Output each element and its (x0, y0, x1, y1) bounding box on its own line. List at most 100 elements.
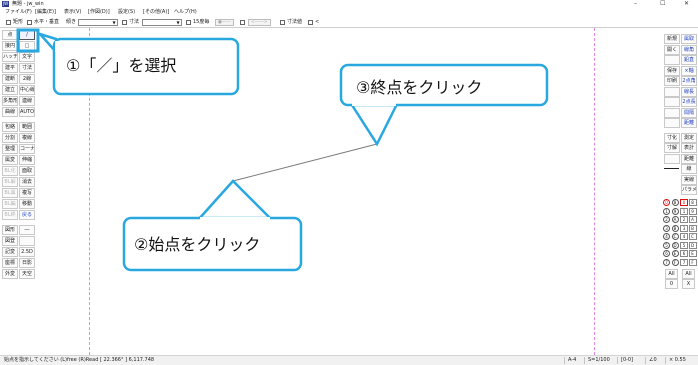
left-tool-5-1[interactable]: 中心線 (19, 85, 35, 95)
layer-0-0[interactable]: 0 (663, 199, 670, 206)
left-tool-21-1[interactable]: 天空 (19, 269, 35, 279)
right-tool-2-0[interactable] (664, 55, 680, 65)
right-tool-3-0[interactable]: 保存 (664, 65, 680, 76)
layer-group-4-2[interactable]: 4 (680, 233, 688, 240)
right-tool-3-1[interactable]: ×軸 (681, 65, 697, 76)
right-tool-7-0[interactable] (664, 107, 680, 118)
right-tool-4-1[interactable]: 2点角 (681, 76, 697, 86)
left-tool-0-0[interactable]: 点 (2, 30, 18, 40)
arrow-checkbox[interactable] (240, 20, 245, 25)
lt-checkbox[interactable] (308, 20, 313, 25)
left-tool-2-1[interactable]: 文字 (19, 52, 35, 62)
right-measure-1-0[interactable]: 寸解 (664, 143, 680, 153)
left-tool-6-1[interactable]: 連線 (19, 96, 35, 106)
left-tool-0-1[interactable]: / (19, 30, 35, 40)
all-layers-button[interactable]: All (665, 269, 678, 279)
left-tool-5-0[interactable]: 建立 (2, 85, 18, 95)
left-tool-15-0[interactable]: BL編 (2, 199, 18, 209)
left-tool-12-1[interactable]: 面取 (19, 166, 35, 176)
layer-indicator[interactable]: [0-0] (617, 357, 633, 364)
layer-5-1[interactable]: D (671, 241, 679, 249)
layer-6-0[interactable]: 6 (663, 250, 670, 257)
menu-edit[interactable]: [編集(E)] (35, 8, 56, 17)
slope-combo[interactable]: ▼ (78, 19, 118, 26)
layer-group-1-2[interactable]: 1 (680, 207, 688, 215)
layer-group-7-3[interactable]: F (688, 258, 697, 266)
layer-0-1[interactable]: 8 (671, 199, 679, 206)
left-tool-17-0[interactable]: 図形 (2, 225, 18, 235)
layer-4-0[interactable]: 4 (663, 233, 670, 240)
left-tool-4-0[interactable]: 建断 (2, 74, 18, 84)
line-color-button[interactable]: 線 (681, 164, 697, 174)
left-tool-15-1[interactable]: 移動 (19, 199, 35, 209)
right-tool-8-0[interactable] (664, 118, 680, 128)
layer-group-6-2[interactable]: 6 (680, 250, 688, 257)
layer-zero-button[interactable]: 0 (665, 279, 678, 289)
layer-group-1-3[interactable]: 9 (688, 207, 697, 215)
layer-2-1[interactable]: A (671, 216, 679, 223)
left-tool-14-0[interactable]: BL属 (2, 188, 18, 198)
menu-other[interactable]: [その他(A)] (143, 8, 169, 17)
left-tool-11-1[interactable]: 伸縮 (19, 155, 35, 165)
group-x-button[interactable]: X (682, 279, 695, 289)
right-tool-2-1[interactable]: 鉛直 (681, 55, 697, 65)
left-tool-14-1[interactable]: 複写 (19, 188, 35, 198)
arrow-dot-button[interactable]: ●―― (215, 19, 234, 26)
linetype-button[interactable]: 実線 (681, 174, 697, 185)
layer-7-0[interactable]: 7 (663, 258, 670, 266)
layer-1-0[interactable]: 1 (663, 207, 670, 215)
left-tool-6-0[interactable]: 多角形 (2, 96, 18, 106)
left-tool-4-1[interactable]: 2線 (19, 74, 35, 84)
layer-group-5-2[interactable]: 5 (680, 241, 688, 249)
left-tool-21-0[interactable]: 外変 (2, 269, 18, 279)
left-tool-18-1[interactable] (19, 236, 35, 246)
layer-group-7-2[interactable]: 7 (680, 258, 688, 266)
left-tool-9-1[interactable]: 複線 (19, 133, 35, 143)
right-tool-7-1[interactable]: 間隔 (681, 107, 697, 118)
menu-settings[interactable]: 設定(S) (118, 8, 135, 17)
right-tool-5-1[interactable]: 線長 (681, 86, 697, 97)
scale-indicator[interactable]: S=1/100 (584, 357, 610, 364)
right-tool-8-1[interactable]: 距離 (681, 118, 697, 128)
left-tool-17-1[interactable]: ― (19, 225, 35, 235)
minimize-icon[interactable]: – (634, 0, 637, 8)
zoom-indicator[interactable]: × 0.55 (665, 357, 686, 364)
right-measure-1-1[interactable]: 表計 (681, 143, 697, 153)
left-tool-7-0[interactable]: 曲線 (2, 107, 18, 117)
left-tool-2-0[interactable]: ハッチ (2, 52, 18, 62)
menu-draw[interactable]: [作図(D)] (88, 8, 110, 17)
fifteen-deg-checkbox[interactable] (186, 20, 191, 25)
left-tool-20-1[interactable]: 日影 (19, 258, 35, 268)
linetype-swatch[interactable] (664, 168, 679, 169)
right-measure-0-0[interactable]: 寸化 (664, 132, 680, 143)
drawing-canvas[interactable] (37, 28, 661, 355)
left-tool-13-0[interactable]: BL解 (2, 177, 18, 187)
dim-value-checkbox[interactable] (280, 20, 285, 25)
left-tool-1-1[interactable]: □ (19, 41, 35, 51)
angle-indicator[interactable]: ∠0 (645, 357, 657, 364)
horiz-vert-checkbox[interactable] (27, 20, 32, 25)
layer-group-3-3[interactable]: B (688, 224, 697, 232)
left-tool-12-0[interactable]: BL化 (2, 166, 18, 176)
right-measure-2-0[interactable] (664, 153, 680, 164)
left-tool-18-0[interactable]: 図登 (2, 236, 18, 246)
layer-group-2-2[interactable]: 2 (680, 216, 688, 223)
right-tool-0-1[interactable]: 属取 (681, 34, 697, 44)
left-tool-3-0[interactable]: 建平 (2, 63, 18, 73)
layer-4-1[interactable]: C (671, 233, 679, 240)
layer-7-1[interactable]: F (671, 258, 679, 266)
left-tool-19-0[interactable]: 記変 (2, 247, 18, 257)
dim-checkbox[interactable] (122, 20, 127, 25)
left-tool-10-0[interactable]: 整理 (2, 144, 18, 154)
menu-help[interactable]: ヘルプ(H) (174, 8, 197, 17)
layer-3-0[interactable]: 3 (663, 224, 670, 232)
right-tool-0-0[interactable]: 新規 (664, 34, 680, 44)
left-tool-16-1[interactable]: 戻る (19, 210, 35, 220)
right-measure-0-1[interactable]: 測定 (681, 132, 697, 143)
right-tool-1-1[interactable]: 線角 (681, 44, 697, 55)
left-tool-9-0[interactable]: 分割 (2, 133, 18, 143)
layer-group-2-3[interactable]: A (688, 216, 697, 223)
left-tool-20-0[interactable]: 座標 (2, 258, 18, 268)
right-tool-6-0[interactable] (664, 97, 680, 107)
layer-group-5-3[interactable]: D (688, 241, 697, 249)
